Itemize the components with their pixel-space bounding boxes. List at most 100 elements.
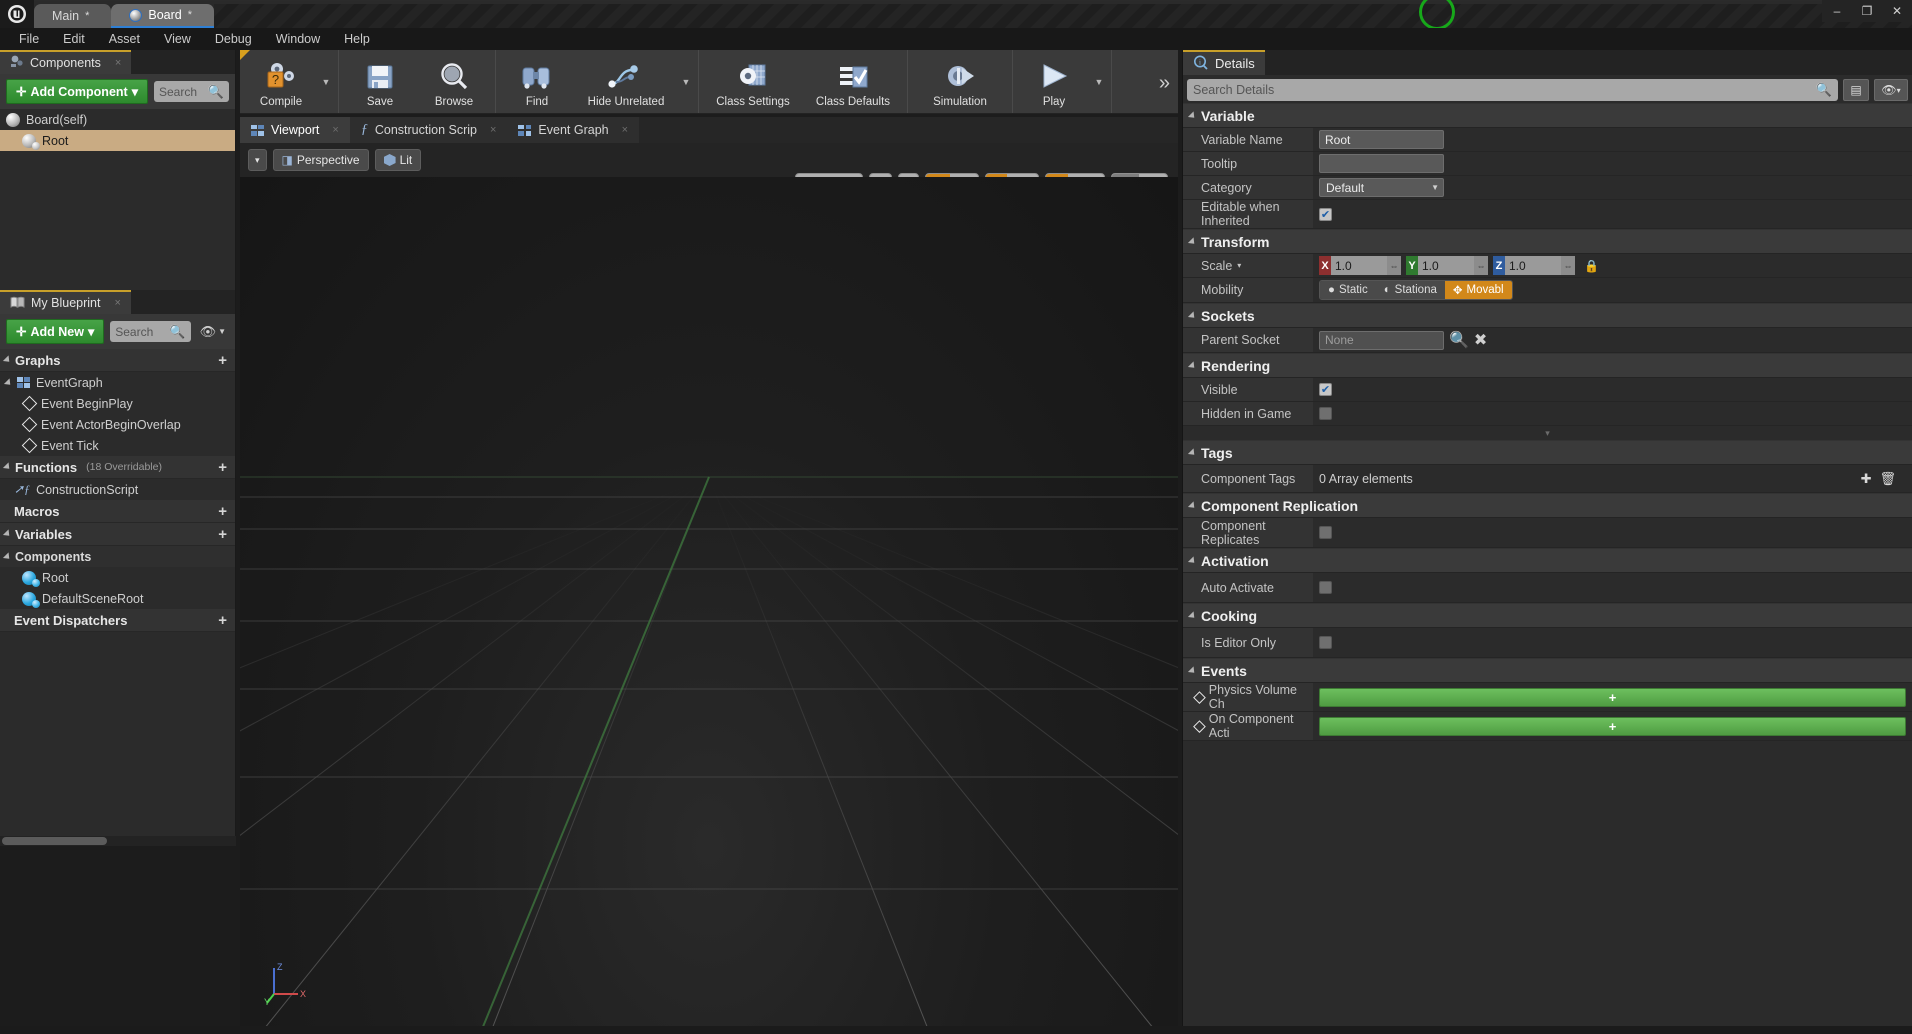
- parent-socket-input[interactable]: None: [1319, 331, 1444, 350]
- window-tab-main[interactable]: Main *: [34, 4, 111, 28]
- mobility-stationary-option[interactable]: ◐ Stationa: [1376, 281, 1445, 299]
- view-mode-perspective-button[interactable]: ◨ Perspective: [273, 149, 369, 171]
- components-search-input[interactable]: Search 🔍: [154, 81, 229, 102]
- section-functions[interactable]: Functions (18 Overridable) +: [0, 456, 235, 479]
- class-defaults-button[interactable]: Class Defaults: [803, 50, 903, 113]
- close-icon[interactable]: ×: [622, 124, 628, 136]
- tree-item-constructionscript[interactable]: ➚ƒ ConstructionScript: [0, 479, 235, 500]
- compile-dropdown-arrow-icon[interactable]: ▼: [318, 50, 334, 113]
- chevron-down-icon[interactable]: ▾: [1237, 261, 1241, 270]
- scale-z-field[interactable]: Z 1.0 ⇔: [1493, 256, 1575, 275]
- mobility-movable-option[interactable]: ✥ Movabl: [1445, 281, 1512, 299]
- details-section-sockets[interactable]: Sockets: [1183, 303, 1912, 328]
- socket-clear-icon[interactable]: ✖: [1474, 330, 1487, 350]
- play-dropdown-arrow-icon[interactable]: ▼: [1091, 50, 1107, 113]
- tab-viewport[interactable]: Viewport ×: [240, 117, 350, 143]
- close-icon[interactable]: ×: [490, 124, 496, 136]
- menu-view[interactable]: View: [153, 30, 202, 48]
- window-tab-board[interactable]: Board *: [111, 4, 214, 28]
- menu-edit[interactable]: Edit: [52, 30, 96, 48]
- toolbar-overflow-icon[interactable]: »: [1159, 72, 1170, 95]
- simulation-button[interactable]: Simulation: [912, 50, 1008, 113]
- variable-name-input[interactable]: Root: [1319, 130, 1444, 149]
- find-button[interactable]: Find: [500, 50, 574, 113]
- details-search-input[interactable]: Search Details 🔍: [1187, 79, 1838, 101]
- scale-z-slider-icon[interactable]: ⇔: [1561, 256, 1575, 275]
- tab-details[interactable]: i Details: [1183, 50, 1265, 75]
- visibility-options-button[interactable]: 👁 ▼: [197, 324, 229, 340]
- add-variable-button[interactable]: +: [218, 526, 227, 543]
- scale-y-field[interactable]: Y 1.0 ⇔: [1406, 256, 1488, 275]
- is-editor-only-checkbox[interactable]: [1319, 636, 1332, 649]
- lock-icon[interactable]: 🔒: [1584, 259, 1599, 273]
- tree-item-board-self[interactable]: Board(self): [0, 109, 235, 130]
- browse-button[interactable]: Browse: [417, 50, 491, 113]
- tree-item-eventgraph[interactable]: EventGraph: [0, 372, 235, 393]
- hide-unrelated-button[interactable]: Hide Unrelated: [574, 50, 678, 113]
- close-icon[interactable]: ×: [115, 57, 121, 69]
- subsection-components[interactable]: Components: [0, 546, 235, 567]
- details-section-component-replication[interactable]: Component Replication: [1183, 493, 1912, 518]
- variable-item-root[interactable]: Root: [0, 567, 235, 588]
- visible-checkbox[interactable]: ✔: [1319, 383, 1332, 396]
- component-replicates-checkbox[interactable]: [1319, 526, 1332, 539]
- auto-activate-checkbox[interactable]: [1319, 581, 1332, 594]
- menu-help[interactable]: Help: [333, 30, 381, 48]
- tab-construction-script[interactable]: ƒ Construction Scrip ×: [350, 117, 508, 143]
- tree-item-root[interactable]: Root: [0, 130, 235, 151]
- add-new-button[interactable]: ✛ Add New ▾: [6, 319, 104, 344]
- menu-debug[interactable]: Debug: [204, 30, 263, 48]
- details-section-tags[interactable]: Tags: [1183, 440, 1912, 465]
- tab-components[interactable]: Components ×: [0, 50, 131, 74]
- details-section-events[interactable]: Events: [1183, 658, 1912, 683]
- close-icon[interactable]: ×: [114, 297, 120, 309]
- add-physics-volume-changed-event-button[interactable]: +: [1319, 688, 1906, 707]
- class-settings-button[interactable]: Class Settings: [703, 50, 803, 113]
- variable-item-defaultsceneroot[interactable]: DefaultSceneRoot: [0, 588, 235, 609]
- viewport-options-menu-button[interactable]: ▾: [248, 149, 267, 171]
- menu-window[interactable]: Window: [265, 30, 331, 48]
- add-event-dispatcher-button[interactable]: +: [218, 612, 227, 629]
- add-macro-button[interactable]: +: [218, 503, 227, 520]
- tree-item-event-beginplay[interactable]: Event BeginPlay: [0, 393, 235, 414]
- tab-my-blueprint[interactable]: My Blueprint ×: [0, 290, 131, 314]
- view-mode-lit-button[interactable]: Lit: [375, 149, 422, 171]
- scale-x-slider-icon[interactable]: ⇔: [1387, 256, 1401, 275]
- scale-y-slider-icon[interactable]: ⇔: [1474, 256, 1488, 275]
- scale-y-value[interactable]: 1.0: [1418, 256, 1474, 275]
- add-graph-button[interactable]: +: [218, 352, 227, 369]
- socket-browse-icon[interactable]: 🔍: [1449, 330, 1469, 350]
- editable-when-inherited-checkbox[interactable]: ✔: [1319, 208, 1332, 221]
- section-variables[interactable]: Variables +: [0, 523, 235, 546]
- trash-icon[interactable]: 🗑: [1879, 471, 1896, 487]
- compile-button[interactable]: ? Compile: [244, 50, 318, 113]
- maximize-button[interactable]: ❐: [1852, 0, 1882, 22]
- mobility-static-option[interactable]: ● Static: [1320, 281, 1376, 299]
- scale-x-value[interactable]: 1.0: [1331, 256, 1387, 275]
- tab-event-graph[interactable]: Event Graph ×: [507, 117, 639, 143]
- play-button[interactable]: Play: [1017, 50, 1091, 113]
- tooltip-input[interactable]: [1319, 154, 1444, 173]
- details-section-rendering[interactable]: Rendering: [1183, 353, 1912, 378]
- scale-x-field[interactable]: X 1.0 ⇔: [1319, 256, 1401, 275]
- details-section-variable[interactable]: Variable: [1183, 103, 1912, 128]
- scale-z-value[interactable]: 1.0: [1505, 256, 1561, 275]
- my-blueprint-horizontal-scrollbar[interactable]: [0, 836, 236, 846]
- tree-item-event-actorbeginoverlap[interactable]: Event ActorBeginOverlap: [0, 414, 235, 435]
- add-component-button[interactable]: ✛ Add Component ▾: [6, 79, 148, 104]
- details-section-cooking[interactable]: Cooking: [1183, 603, 1912, 628]
- rendering-expand-caret-icon[interactable]: ▾: [1183, 426, 1912, 440]
- hide-unrelated-dropdown-arrow-icon[interactable]: ▼: [678, 50, 694, 113]
- section-graphs[interactable]: Graphs +: [0, 349, 235, 372]
- plus-icon[interactable]: ✚: [1861, 471, 1872, 487]
- tree-item-event-tick[interactable]: Event Tick: [0, 435, 235, 456]
- close-icon[interactable]: ×: [332, 124, 338, 136]
- visibility-filter-button[interactable]: 👁 ▾: [1874, 79, 1908, 101]
- minimize-button[interactable]: –: [1822, 0, 1852, 22]
- section-event-dispatchers[interactable]: Event Dispatchers +: [0, 609, 235, 632]
- hidden-in-game-checkbox[interactable]: [1319, 407, 1332, 420]
- section-macros[interactable]: Macros +: [0, 500, 235, 523]
- add-on-component-activated-event-button[interactable]: +: [1319, 717, 1906, 736]
- close-button[interactable]: ✕: [1882, 0, 1912, 22]
- viewport-3d-scene[interactable]: Z X Y: [240, 177, 1178, 1034]
